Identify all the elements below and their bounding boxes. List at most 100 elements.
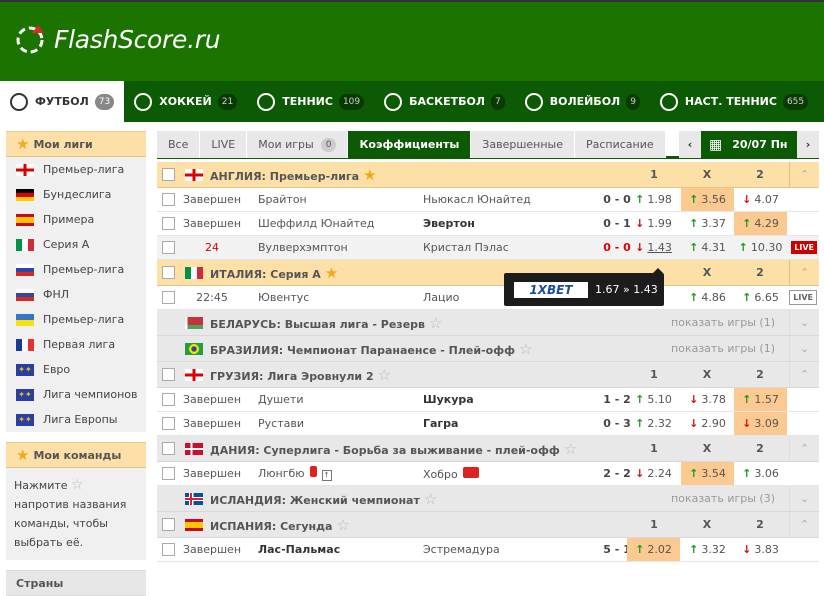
match-checkbox[interactable] [162, 291, 175, 304]
league-name[interactable]: АНГЛИЯ: Премьер-лига [210, 170, 359, 183]
odds-cell-1[interactable]: ↑ 2.02 [627, 538, 680, 561]
odds-cell-1[interactable]: ↑ 2.32 [627, 412, 680, 435]
match-checkbox[interactable] [162, 217, 175, 230]
sidebar-league-item[interactable]: ✦✦ Евро [6, 357, 146, 382]
star-outline-icon[interactable]: ☆ [429, 314, 442, 332]
league-name[interactable]: БРАЗИЛИЯ: Чемпионат Паранаенсе - Плей-оф… [210, 344, 515, 357]
odds-cell-X[interactable]: ↑ 3.32 [681, 538, 734, 561]
match-row[interactable]: Завершен Люнгбю ↑ Хобро 2 - 2 ↓ 2.24 ↑ 3.54 ↑ 3.06 [157, 462, 819, 486]
league-name[interactable]: ГРУЗИЯ: Лига Эровнули 2 [210, 370, 374, 383]
home-team[interactable]: Лас-Пальмас [258, 543, 340, 556]
odds-cell-2[interactable]: ↓ 4.07 [734, 188, 787, 211]
odds-cell-2[interactable]: ↑ 10.30 [734, 236, 787, 259]
match-row[interactable]: 24 Вулверхэмптон Кристал Пэлас 0 - 0 ↓ 1.43 ↑ 4… [157, 236, 819, 260]
home-team[interactable]: Шеффилд Юнайтед [258, 217, 374, 230]
star-filled-icon[interactable]: ★ [363, 166, 376, 184]
odds-cell-2[interactable]: ↓ 3.83 [734, 538, 787, 561]
home-team[interactable]: Ювентус [258, 291, 309, 304]
star-filled-icon[interactable]: ★ [325, 264, 338, 282]
sport-tab-3[interactable]: БАСКЕТБОЛ 7 [374, 81, 515, 122]
league-header[interactable]: БЕЛАРУСЬ: Высшая лига - Резерв ☆ показать … [157, 310, 819, 336]
odds-cell-2[interactable]: ↓ 3.09 [734, 412, 787, 435]
sport-tab-5[interactable]: НАСТ. ТЕННИС 655 [650, 81, 818, 122]
sidebar-league-item[interactable]: Премьер-лига [6, 307, 146, 332]
league-name[interactable]: ИТАЛИЯ: Серия А [210, 268, 321, 281]
league-header[interactable]: ИСЛАНДИЯ: Женский чемпионат ☆ показать игр… [157, 486, 819, 512]
tab-2[interactable]: Мои игры 0 [247, 131, 349, 158]
sport-tab-1[interactable]: ХОККЕЙ 21 [124, 81, 247, 122]
odds-cell-1[interactable]: ↓ 1.99 [627, 212, 680, 235]
odds-cell-X[interactable]: ↓ 3.78 [681, 388, 734, 411]
match-row[interactable]: 22:45ЮвентусЛацио8↑4.86↑6.65LIVE [157, 286, 819, 310]
home-team[interactable]: Люнгбю [258, 467, 305, 480]
sidebar-league-item[interactable]: Премьер-лига [6, 157, 146, 182]
odds-cell-1[interactable]: ↑ 1.98 [627, 188, 680, 211]
league-header[interactable]: АНГЛИЯ: Премьер-лига ★ 1 X 2 ⌃ [157, 162, 819, 188]
league-checkbox[interactable] [162, 518, 175, 531]
odds-cell-X[interactable]: ↑ 3.54 [681, 462, 734, 485]
chevron-down-icon[interactable]: ⌄ [789, 310, 819, 335]
home-team[interactable]: Вулверхэмптон [258, 241, 348, 254]
chevron-up-icon[interactable]: ⌃ [789, 162, 819, 187]
countries-header[interactable]: Страны [6, 570, 146, 596]
odds-cell-1[interactable]: ↓ 2.24 [627, 462, 680, 485]
match-row[interactable]: Завершен Шеффилд Юнайтед Эвертон 0 - 1 ↓ 1.99… [157, 212, 819, 236]
match-checkbox[interactable] [162, 393, 175, 406]
home-team[interactable]: Рустави [258, 417, 304, 430]
league-name[interactable]: ИСЛАНДИЯ: Женский чемпионат [210, 494, 420, 507]
sidebar-league-item[interactable]: Первая лига [6, 332, 146, 357]
odds-cell-X[interactable]: ↑ 4.31 [681, 236, 734, 259]
odds-cell-X[interactable]: ↓ 2.90 [681, 412, 734, 435]
league-header[interactable]: ДАНИЯ: Суперлига - Борьба за выживание -… [157, 436, 819, 462]
away-team[interactable]: Лацио [423, 291, 459, 304]
show-games-link[interactable]: показать игры (3) [671, 492, 775, 505]
away-team[interactable]: Шукура [423, 393, 474, 406]
league-name[interactable]: ИСПАНИЯ: Сегунда [210, 520, 332, 533]
show-games-link[interactable]: показать игры (1) [671, 342, 775, 355]
sidebar-league-item[interactable]: ✦✦ Лига чемпионов [6, 382, 146, 407]
away-team[interactable]: Ньюкасл Юнайтед [423, 193, 531, 206]
logo[interactable]: FlashScore.ru [16, 24, 221, 54]
away-team[interactable]: Гагра [423, 417, 458, 430]
star-outline-icon[interactable]: ☆ [336, 516, 349, 534]
tab-1[interactable]: LIVE [200, 131, 248, 158]
star-outline-icon[interactable]: ☆ [424, 490, 437, 508]
league-header[interactable]: БРАЗИЛИЯ: Чемпионат Паранаенсе - Плей-оф… [157, 336, 819, 362]
home-team[interactable]: Душети [258, 393, 304, 406]
tab-4[interactable]: Завершенные [471, 131, 575, 158]
home-team[interactable]: Брайтон [258, 193, 307, 206]
chevron-up-icon[interactable]: ⌃ [789, 512, 819, 537]
odds-cell-X[interactable]: ↑ 4.86 [681, 286, 734, 309]
league-checkbox[interactable] [162, 168, 175, 181]
league-checkbox[interactable] [162, 368, 175, 381]
league-checkbox[interactable] [162, 442, 175, 455]
league-header[interactable]: ИСПАНИЯ: Сегунда ☆ 1 X 2 ⌃ [157, 512, 819, 538]
star-outline-icon[interactable]: ☆ [519, 340, 532, 358]
chevron-up-icon[interactable]: ⌃ [789, 260, 819, 285]
match-row[interactable]: Завершен Лас-Пальмас Эстремадура 5 - 1 ↑ 2.02… [157, 538, 819, 562]
match-checkbox[interactable] [162, 467, 175, 480]
sidebar-league-item[interactable]: Бундеслига [6, 182, 146, 207]
match-row[interactable]: Завершен Душети Шукура 1 - 2 ↑ 5.10 ↓ 3.78 ↑ 1.57 [157, 388, 819, 412]
sport-tab-0[interactable]: ФУТБОЛ 73 [0, 81, 125, 122]
sidebar-league-item[interactable]: Примера [6, 207, 146, 232]
star-outline-icon[interactable]: ☆ [564, 440, 577, 458]
star-outline-icon[interactable]: ☆ [378, 366, 391, 384]
away-team[interactable]: Эстремадура [423, 543, 500, 556]
match-row[interactable]: Завершен Брайтон Ньюкасл Юнайтед 0 - 0 ↑ 1.98… [157, 188, 819, 212]
sport-tab-2[interactable]: ТЕННИС 109 [247, 81, 374, 122]
sidebar-league-item[interactable]: ФНЛ [6, 282, 146, 307]
away-team[interactable]: Эвертон [423, 217, 475, 230]
league-header[interactable]: ИТАЛИЯ: Серия А ★ X 2 ⌃ [157, 260, 819, 286]
chevron-up-icon[interactable]: ⌃ [789, 362, 819, 387]
date-button[interactable]: ▦ 20/07 Пн [701, 131, 797, 158]
prev-day-button[interactable]: ‹ [679, 131, 701, 158]
match-checkbox[interactable] [162, 193, 175, 206]
sidebar-league-item[interactable]: Премьер-лига [6, 257, 146, 282]
live-badge[interactable]: LIVE [791, 241, 817, 254]
next-day-button[interactable]: › [797, 131, 819, 158]
live-badge[interactable]: LIVE [789, 290, 817, 305]
odds-cell-1[interactable]: ↓ 1.43 [627, 236, 680, 259]
chevron-down-icon[interactable]: ⌄ [789, 486, 819, 511]
odds-cell-X[interactable]: ↑ 3.56 [681, 188, 734, 211]
